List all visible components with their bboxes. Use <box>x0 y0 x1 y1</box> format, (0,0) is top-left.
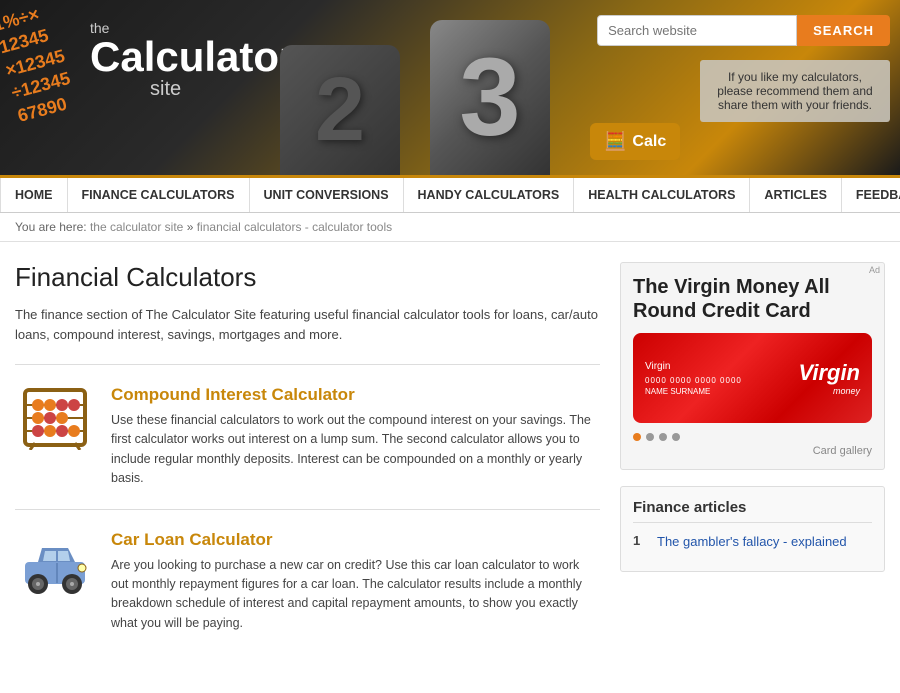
breadcrumb: You are here: the calculator site » fina… <box>0 213 900 242</box>
car-loan-title[interactable]: Car Loan Calculator <box>111 530 600 550</box>
key-2-decoration: 2 <box>280 45 400 175</box>
breadcrumb-prefix: You are here: <box>15 220 87 234</box>
calculator-item-compound: Compound Interest Calculator Use these f… <box>15 385 600 510</box>
calc-icon-box: 🧮 Calc <box>590 123 680 160</box>
ad-box: Ad The Virgin Money All Round Credit Car… <box>620 262 885 470</box>
article-link[interactable]: The gambler's fallacy - explained <box>657 533 847 551</box>
nav-item-unit-conversions: UNIT CONVERSIONS <box>250 178 404 212</box>
article-number: 1 <box>633 533 649 548</box>
recommend-text: If you like my calculators, please recom… <box>717 70 872 112</box>
car-loan-content: Car Loan Calculator Are you looking to p… <box>111 530 600 634</box>
nav-link-handy-calculators[interactable]: HANDY CALCULATORS <box>404 178 575 212</box>
nav-item-home: HOME <box>0 178 68 212</box>
ad-label: Ad <box>869 265 880 275</box>
search-button[interactable]: SEARCH <box>797 15 890 46</box>
compound-interest-desc: Use these financial calculators to work … <box>111 411 600 489</box>
content-area: Financial Calculators The finance sectio… <box>15 262 600 673</box>
card-dot-2 <box>646 433 654 441</box>
site-logo[interactable]: the Calculator site <box>90 20 295 101</box>
site-header: 1%÷×12345×12345÷1234567890 the Calculato… <box>0 0 900 175</box>
nav-link-home[interactable]: HOME <box>0 178 68 212</box>
compound-interest-title[interactable]: Compound Interest Calculator <box>111 385 600 405</box>
car-svg <box>20 530 90 595</box>
nav-link-health-calculators[interactable]: HEALTH CALCULATORS <box>574 178 750 212</box>
card-dot-3 <box>659 433 667 441</box>
nav-link-unit-conversions[interactable]: UNIT CONVERSIONS <box>250 178 404 212</box>
main-container: Financial Calculators The finance sectio… <box>0 242 900 693</box>
car-icon <box>15 530 95 634</box>
virgin-money-card: Virgin 0000 0000 0000 0000 NAME SURNAME … <box>633 333 872 423</box>
nav-link-finance-calculators[interactable]: FINANCE CALCULATORS <box>68 178 250 212</box>
calc-label: Calc <box>632 133 666 151</box>
compound-interest-content: Compound Interest Calculator Use these f… <box>111 385 600 489</box>
section-divider <box>15 364 600 365</box>
nav-item-articles: ARTICLES <box>750 178 842 212</box>
sidebar: Ad The Virgin Money All Round Credit Car… <box>620 262 885 673</box>
finance-articles: Finance articles 1 The gambler's fallacy… <box>620 486 885 572</box>
nav-link-articles[interactable]: ARTICLES <box>750 178 842 212</box>
page-title: Financial Calculators <box>15 262 600 293</box>
nav-link-feedback[interactable]: FEEDBACK <box>842 178 900 212</box>
card-gallery-label: Card gallery <box>633 445 872 457</box>
card-dots <box>633 429 872 445</box>
nav-item-feedback: FEEDBACK <box>842 178 900 212</box>
search-area: SEARCH <box>597 15 890 46</box>
calculator-item-car-loan: Car Loan Calculator Are you looking to p… <box>15 530 600 654</box>
recommend-box: If you like my calculators, please recom… <box>700 60 890 122</box>
logo-site-text: site <box>150 78 295 101</box>
ad-title: The Virgin Money All Round Credit Card <box>633 275 872 323</box>
car-loan-desc: Are you looking to purchase a new car on… <box>111 556 600 634</box>
article-item: 1 The gambler's fallacy - explained <box>633 533 872 551</box>
abacus-svg <box>20 385 90 450</box>
nav-item-handy-calculators: HANDY CALCULATORS <box>404 178 575 212</box>
page-intro: The finance section of The Calculator Si… <box>15 305 600 344</box>
card-dot-1 <box>633 433 641 441</box>
nav-item-health-calculators: HEALTH CALCULATORS <box>574 178 750 212</box>
calculator-symbol: 🧮 <box>604 131 626 152</box>
nav-item-finance-calculators: FINANCE CALCULATORS <box>68 178 250 212</box>
articles-list: 1 The gambler's fallacy - explained <box>633 533 872 551</box>
finance-articles-title: Finance articles <box>633 499 872 523</box>
breadcrumb-arrow: » <box>187 220 197 234</box>
logo-calculator-text: Calculator <box>90 36 295 78</box>
breadcrumb-link-home[interactable]: the calculator site <box>90 220 183 234</box>
search-input[interactable] <box>597 15 797 46</box>
key-3-decoration: 3 <box>430 20 550 175</box>
main-navigation: HOMEFINANCE CALCULATORSUNIT CONVERSIONSH… <box>0 175 900 213</box>
card-dot-4 <box>672 433 680 441</box>
compound-icon <box>15 385 95 489</box>
breadcrumb-link-current[interactable]: financial calculators - calculator tools <box>197 220 392 234</box>
virgin-logo: Virgin <box>798 360 860 386</box>
